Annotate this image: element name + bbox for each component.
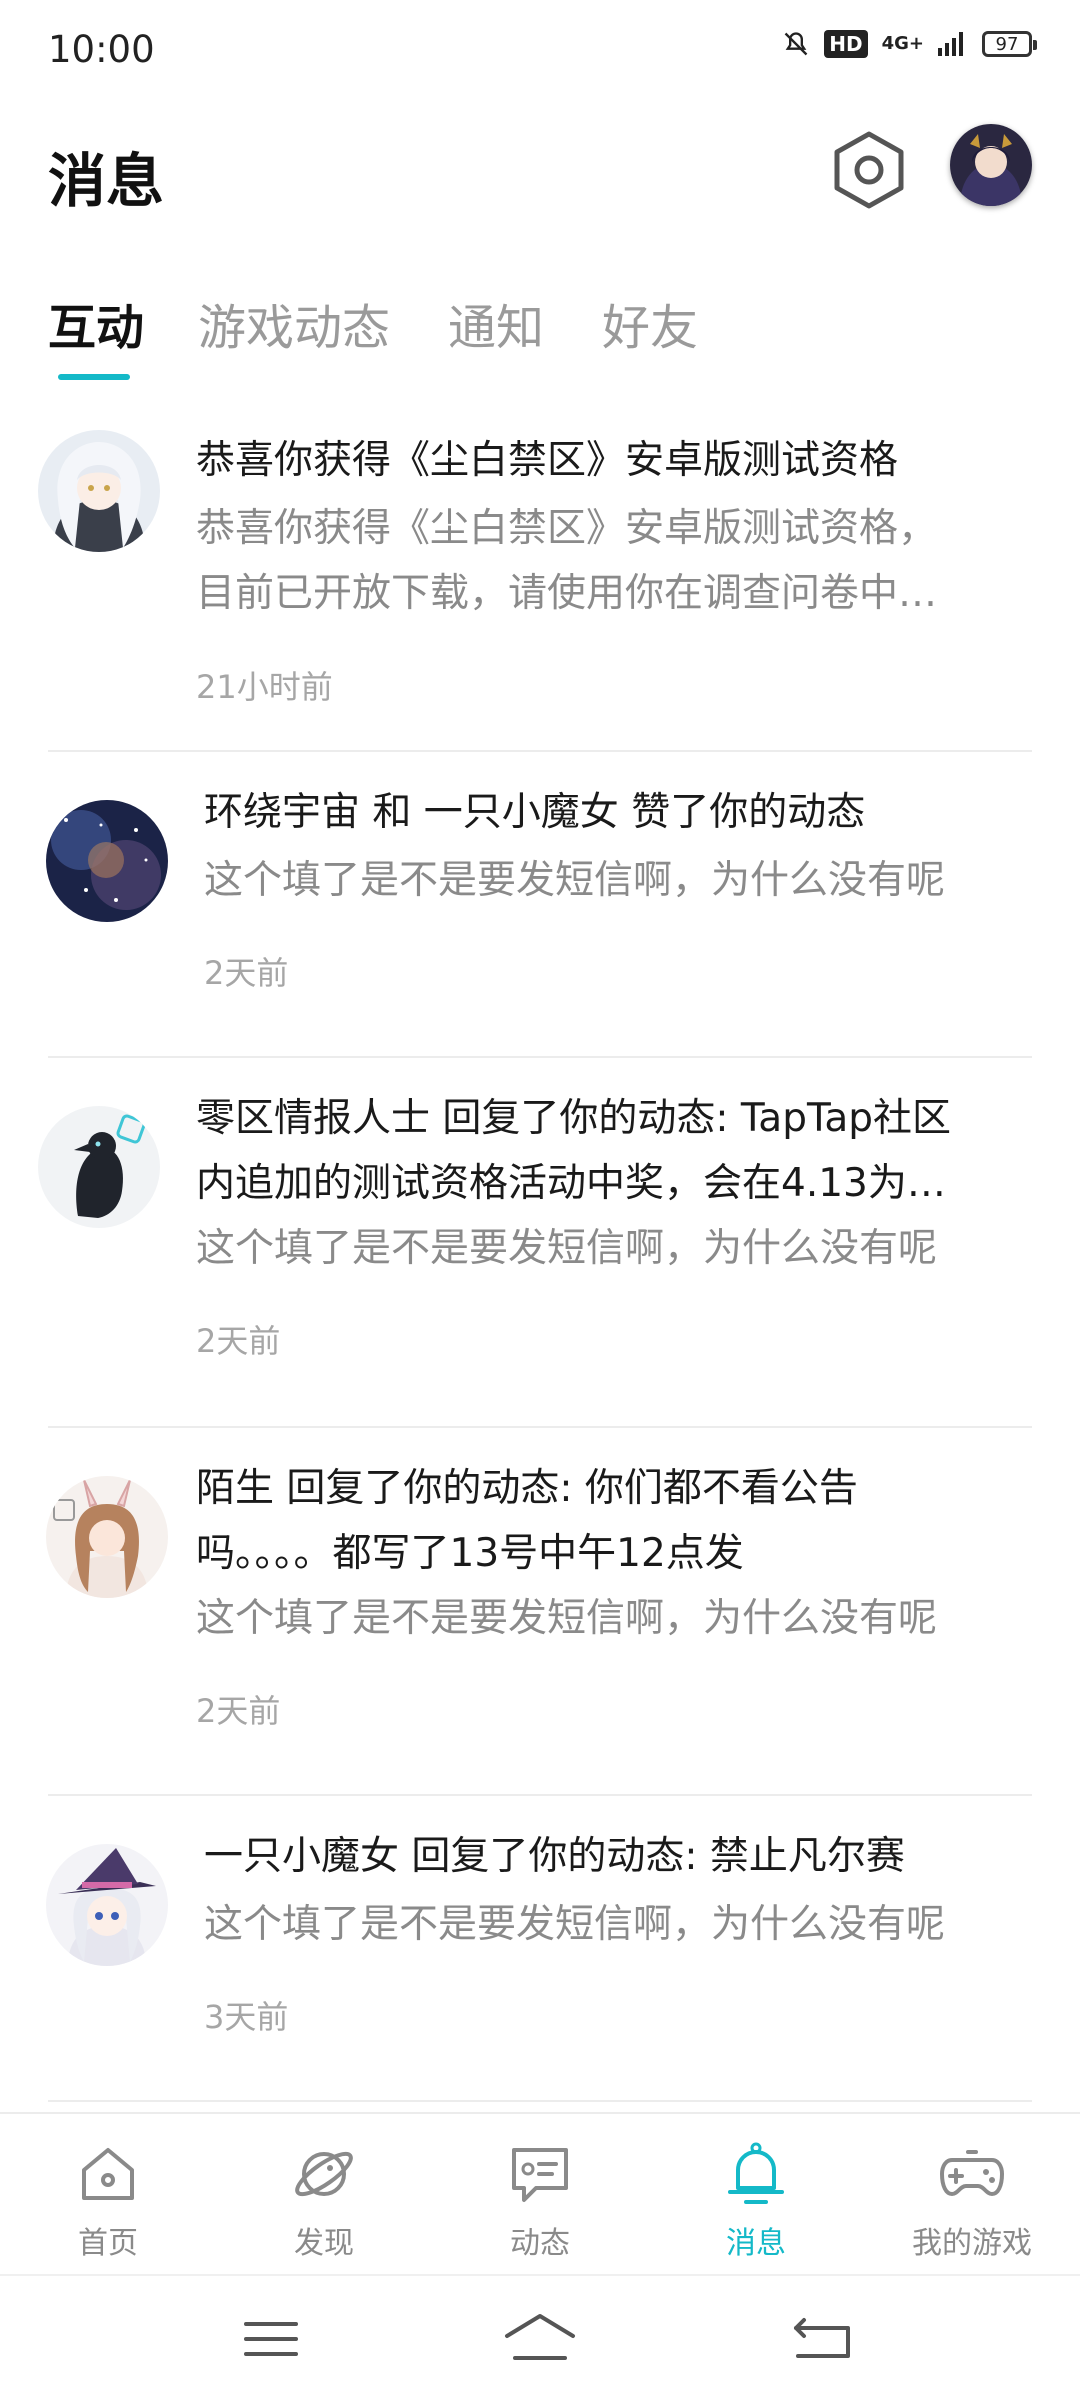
message-item[interactable]: 一只小魔女 回复了你的动态: 禁止凡尔赛 这个填了是不是要发短信啊，为什么没有呢… — [0, 1796, 1080, 2100]
system-back-button[interactable] — [778, 2306, 868, 2372]
settings-hexagon-icon — [834, 131, 904, 209]
tab-bar: 互动 游戏动态 通知 好友 — [0, 280, 1080, 390]
message-time: 21小时前 — [196, 668, 333, 706]
message-item[interactable]: 环绕宇宙 和 一只小魔女 赞了你的动态 这个填了是不是要发短信啊，为什么没有呢 … — [0, 752, 1080, 1056]
message-title: 恭喜你获得《尘白禁区》安卓版测试资格 — [196, 438, 899, 483]
divider — [48, 2100, 1032, 2102]
message-preview: 这个填了是不是要发短信啊，为什么没有呢 — [196, 1596, 938, 1641]
nav-my-games-label: 我的游戏 — [912, 2226, 1032, 2261]
message-time: 3天前 — [204, 1998, 289, 2036]
nav-moments-label: 动态 — [510, 2226, 570, 2261]
active-tab-indicator — [58, 374, 130, 380]
tab-friends[interactable]: 好友 — [602, 288, 698, 358]
hd-badge: HD — [824, 30, 868, 58]
message-title: 环绕宇宙 和 一只小魔女 赞了你的动态 — [204, 790, 866, 835]
message-preview: 这个填了是不是要发短信啊，为什么没有呢 — [204, 858, 946, 903]
home-icon — [82, 2148, 134, 2200]
planet-icon — [295, 2151, 353, 2197]
message-time: 2天前 — [204, 954, 289, 992]
status-time: 10:00 — [48, 28, 155, 71]
message-time: 2天前 — [196, 1692, 281, 1730]
bell-icon — [728, 2142, 784, 2204]
status-bar: 10:00 HD 4G+ 97 — [0, 0, 1080, 100]
tab-interaction[interactable]: 互动 — [48, 288, 144, 358]
page-title: 消息 — [48, 147, 165, 215]
message-title: 零区情报人士 回复了你的动态: TapTap社区 — [196, 1096, 951, 1141]
system-nav-bar — [0, 2274, 1080, 2402]
nav-discover[interactable]: 发现 — [216, 2114, 432, 2274]
menu-icon — [244, 2322, 298, 2356]
nav-home-label: 首页 — [78, 2226, 138, 2261]
system-menu-button[interactable] — [226, 2306, 316, 2372]
message-item[interactable]: 陌生 回复了你的动态: 你们都不看公告 吗。。。。都写了13号中午12点发 这个… — [0, 1428, 1080, 1794]
status-icons: HD 4G+ 97 — [782, 30, 1037, 58]
message-preview: 这个填了是不是要发短信啊，为什么没有呢 — [204, 1902, 946, 1947]
avatar[interactable] — [38, 1106, 160, 1228]
chat-icon — [512, 2148, 568, 2202]
battery-level: 97 — [995, 33, 1019, 55]
nav-home[interactable]: 首页 — [0, 2114, 216, 2274]
system-home-button[interactable] — [495, 2306, 585, 2372]
message-title: 陌生 回复了你的动态: 你们都不看公告 — [196, 1466, 858, 1511]
nav-my-games[interactable]: 我的游戏 — [864, 2114, 1080, 2274]
message-time: 2天前 — [196, 1322, 281, 1360]
bottom-nav: 首页 发现 动态 消息 我的游戏 — [0, 2112, 1080, 2274]
network-type: 4G+ — [881, 33, 924, 54]
settings-button[interactable] — [832, 130, 906, 210]
nav-messages[interactable]: 消息 — [648, 2114, 864, 2274]
user-avatar[interactable] — [950, 124, 1032, 206]
mute-bell-icon — [784, 32, 808, 56]
avatar[interactable] — [46, 1844, 168, 1966]
nav-messages-label: 消息 — [726, 2226, 786, 2261]
battery-indicator: 97 — [982, 31, 1037, 57]
tab-notifications[interactable]: 通知 — [448, 288, 544, 358]
tab-game-updates[interactable]: 游戏动态 — [198, 288, 390, 358]
message-title: 一只小魔女 回复了你的动态: 禁止凡尔赛 — [204, 1834, 905, 1879]
message-item[interactable]: 零区情报人士 回复了你的动态: TapTap社区 内追加的测试资格活动中奖，会在… — [0, 1058, 1080, 1426]
message-title: 吗。。。。都写了13号中午12点发 — [196, 1531, 744, 1576]
avatar[interactable] — [38, 430, 160, 552]
message-preview: 恭喜你获得《尘白禁区》安卓版测试资格， — [196, 506, 938, 551]
gamepad-icon — [940, 2150, 1004, 2196]
avatar[interactable] — [46, 1476, 168, 1598]
message-preview: 目前已开放下载，请使用你在调查问卷中… — [196, 571, 938, 616]
back-icon — [794, 2318, 850, 2358]
signal-icon — [938, 32, 963, 56]
header: 消息 — [0, 110, 1080, 230]
message-title: 内追加的测试资格活动中奖，会在4.13为… — [196, 1161, 946, 1206]
avatar[interactable] — [46, 800, 168, 922]
message-item[interactable]: 恭喜你获得《尘白禁区》安卓版测试资格 恭喜你获得《尘白禁区》安卓版测试资格， 目… — [0, 400, 1080, 750]
nav-moments[interactable]: 动态 — [432, 2114, 648, 2274]
nav-discover-label: 发现 — [294, 2226, 354, 2261]
message-preview: 这个填了是不是要发短信啊，为什么没有呢 — [196, 1226, 938, 1271]
home-outline-icon — [505, 2314, 575, 2360]
